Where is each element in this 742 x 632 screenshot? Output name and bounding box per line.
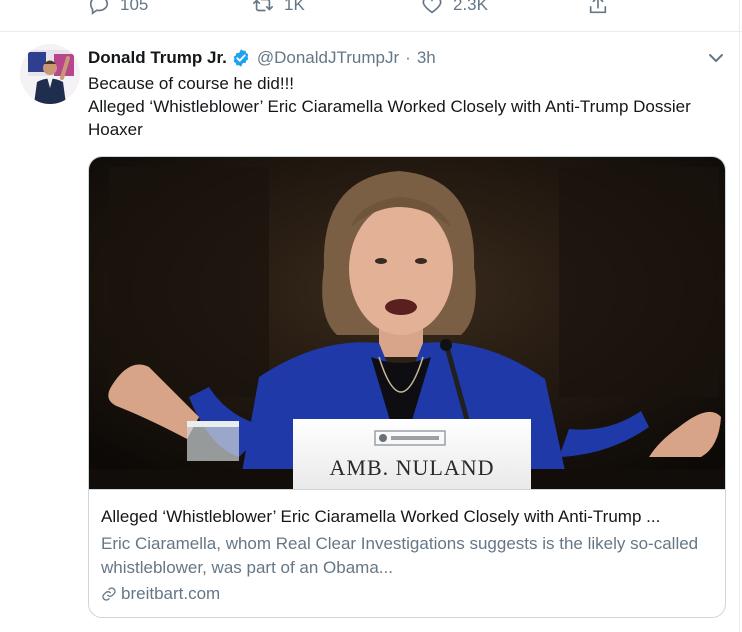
avatar[interactable] [20,44,80,104]
card-description: Eric Ciaramella, whom Real Clear Investi… [101,534,699,577]
link-icon [102,587,116,601]
author-handle[interactable]: @DonaldJTrumpJr [257,48,399,68]
retweet-icon [253,0,273,12]
card-domain[interactable]: breitbart.com [101,584,220,604]
tweet-divider [0,31,742,32]
nameplate-text: AMB. NULAND [329,455,495,480]
tweet-header: Donald Trump Jr. @DonaldJTrumpJr · 3h [88,46,436,70]
share-icon [589,0,607,14]
verified-badge-icon [233,49,249,67]
reply-count: 105 [120,0,149,14]
like-icon [422,0,442,14]
link-card[interactable]: AMB. NULAND Alleged ‘Whistleblower’ Eric… [88,156,726,618]
tweet-text: Because of course he did!!! Alleged ‘Whi… [88,72,718,141]
retweet-button[interactable]: 1K [252,0,305,16]
tweet-text-line: Alleged ‘Whistleblower’ Eric Ciaramella … [88,97,691,139]
reply-icon [89,0,109,15]
card-image[interactable]: AMB. NULAND [89,157,725,489]
previous-tweet-actions: 105 1K 2.3K [0,0,742,24]
tweet-text-line: Because of course he did!!! [88,74,295,93]
card-body[interactable]: Alleged ‘Whistleblower’ Eric Ciaramella … [89,489,725,617]
retweet-count: 1K [284,0,305,14]
tweet-timestamp[interactable]: 3h [417,48,436,68]
share-button[interactable] [587,0,619,16]
like-count: 2.3K [453,0,488,14]
card-domain-text: breitbart.com [121,584,221,603]
card-title[interactable]: Alleged ‘Whistleblower’ Eric Ciaramella … [101,506,715,528]
like-button[interactable]: 2.3K [421,0,488,16]
separator-dot: · [405,48,411,67]
reply-button[interactable]: 105 [88,0,148,16]
timeline-border [739,0,740,632]
author-name[interactable]: Donald Trump Jr. [88,48,227,68]
chevron-down-icon[interactable] [706,50,726,66]
